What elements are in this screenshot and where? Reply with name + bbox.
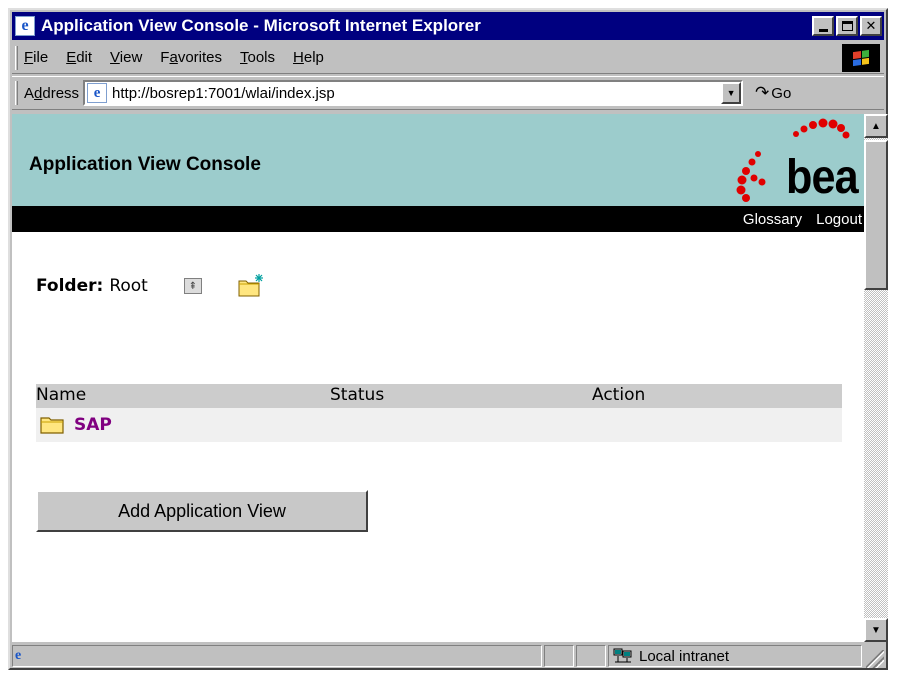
scroll-down-button[interactable]: ▼ [864, 618, 888, 642]
vertical-scrollbar[interactable]: ▲ ▼ [864, 114, 888, 642]
page-viewport: Application View Console bea Glossary Lo… [12, 114, 864, 642]
toolbar-grip[interactable] [15, 45, 18, 70]
folder-breadcrumb: Folder: Root ⇞ [36, 274, 264, 298]
menu-bar: File Edit View Favorites Tools Help [12, 42, 884, 74]
menu-tools[interactable]: Tools [240, 49, 275, 66]
status-cell [576, 645, 606, 667]
folder-icon[interactable] [40, 415, 66, 435]
toolbar-grip[interactable] [15, 81, 18, 105]
go-arrow-icon: ↷ [755, 83, 770, 102]
logout-link[interactable]: Logout [816, 211, 862, 228]
column-header-action: Action [592, 385, 646, 405]
header-banner: Application View Console bea [12, 114, 864, 206]
maximize-icon [841, 21, 853, 31]
table-header: Name Status Action [36, 384, 842, 408]
title-bar[interactable]: e Application View Console - Microsoft I… [12, 12, 884, 40]
close-icon: ✕ [865, 18, 877, 34]
page-icon: e [87, 83, 108, 103]
arrow-up-icon: ▲ [871, 120, 881, 132]
go-label: Go [771, 84, 792, 102]
maximize-button[interactable] [836, 16, 858, 36]
folder-link-sap[interactable]: SAP [74, 415, 112, 435]
scroll-up-button[interactable]: ▲ [864, 114, 888, 138]
windows-logo-icon [842, 44, 880, 72]
close-button[interactable]: ✕ [860, 16, 882, 36]
new-folder-icon[interactable] [238, 274, 264, 298]
menu-help[interactable]: Help [293, 49, 324, 66]
column-header-status: Status [330, 385, 385, 405]
minimize-button[interactable] [812, 16, 834, 36]
menu-edit[interactable]: Edit [66, 49, 92, 66]
minimize-icon [818, 28, 828, 32]
dropdown-arrow-icon: ▼ [726, 88, 736, 98]
browser-window: e Application View Console - Microsoft I… [8, 8, 888, 670]
ie-status-icon: e [15, 648, 22, 663]
address-url[interactable]: http://bosrep1:7001/wlai/index.jsp [112, 85, 721, 102]
arrow-down-icon: ▼ [871, 624, 881, 636]
local-intranet-icon [613, 648, 633, 664]
column-header-name: Name [36, 385, 87, 405]
security-zone-cell: Local intranet [608, 645, 862, 667]
menu-favorites[interactable]: Favorites [160, 49, 222, 66]
status-bar: e Local intranet [12, 644, 884, 668]
menu-view[interactable]: View [110, 49, 142, 66]
status-cell [544, 645, 574, 667]
address-input[interactable]: e http://bosrep1:7001/wlai/index.jsp ▼ [83, 80, 744, 106]
table-row: SAP [36, 408, 842, 442]
window-title: Application View Console - Microsoft Int… [41, 16, 481, 35]
status-text-cell: e [12, 645, 542, 667]
address-label: Address [24, 84, 80, 102]
folder-name: Root [109, 276, 148, 296]
bea-logo-text: bea [786, 151, 859, 204]
resize-grip[interactable] [866, 650, 884, 668]
address-dropdown-button[interactable]: ▼ [721, 82, 742, 104]
address-bar: Address e http://bosrep1:7001/wlai/index… [12, 76, 884, 110]
window-controls: ✕ [810, 16, 882, 36]
page-title: Application View Console [29, 154, 261, 175]
security-zone-label: Local intranet [639, 647, 730, 665]
up-folder-icon[interactable]: ⇞ [183, 278, 202, 294]
ie-icon[interactable]: e [15, 16, 35, 36]
scroll-thumb[interactable] [864, 140, 888, 290]
glossary-link[interactable]: Glossary [743, 211, 802, 228]
application-views-table: Name Status Action SAP [36, 384, 842, 442]
header-nav: Glossary Logout [12, 206, 864, 232]
menu-file[interactable]: File [24, 49, 48, 66]
go-button[interactable]: ↷ Go [755, 83, 791, 103]
folder-label: Folder: [36, 276, 104, 296]
add-application-view-button[interactable]: Add Application View [36, 490, 368, 532]
bea-logo: bea [724, 116, 864, 204]
